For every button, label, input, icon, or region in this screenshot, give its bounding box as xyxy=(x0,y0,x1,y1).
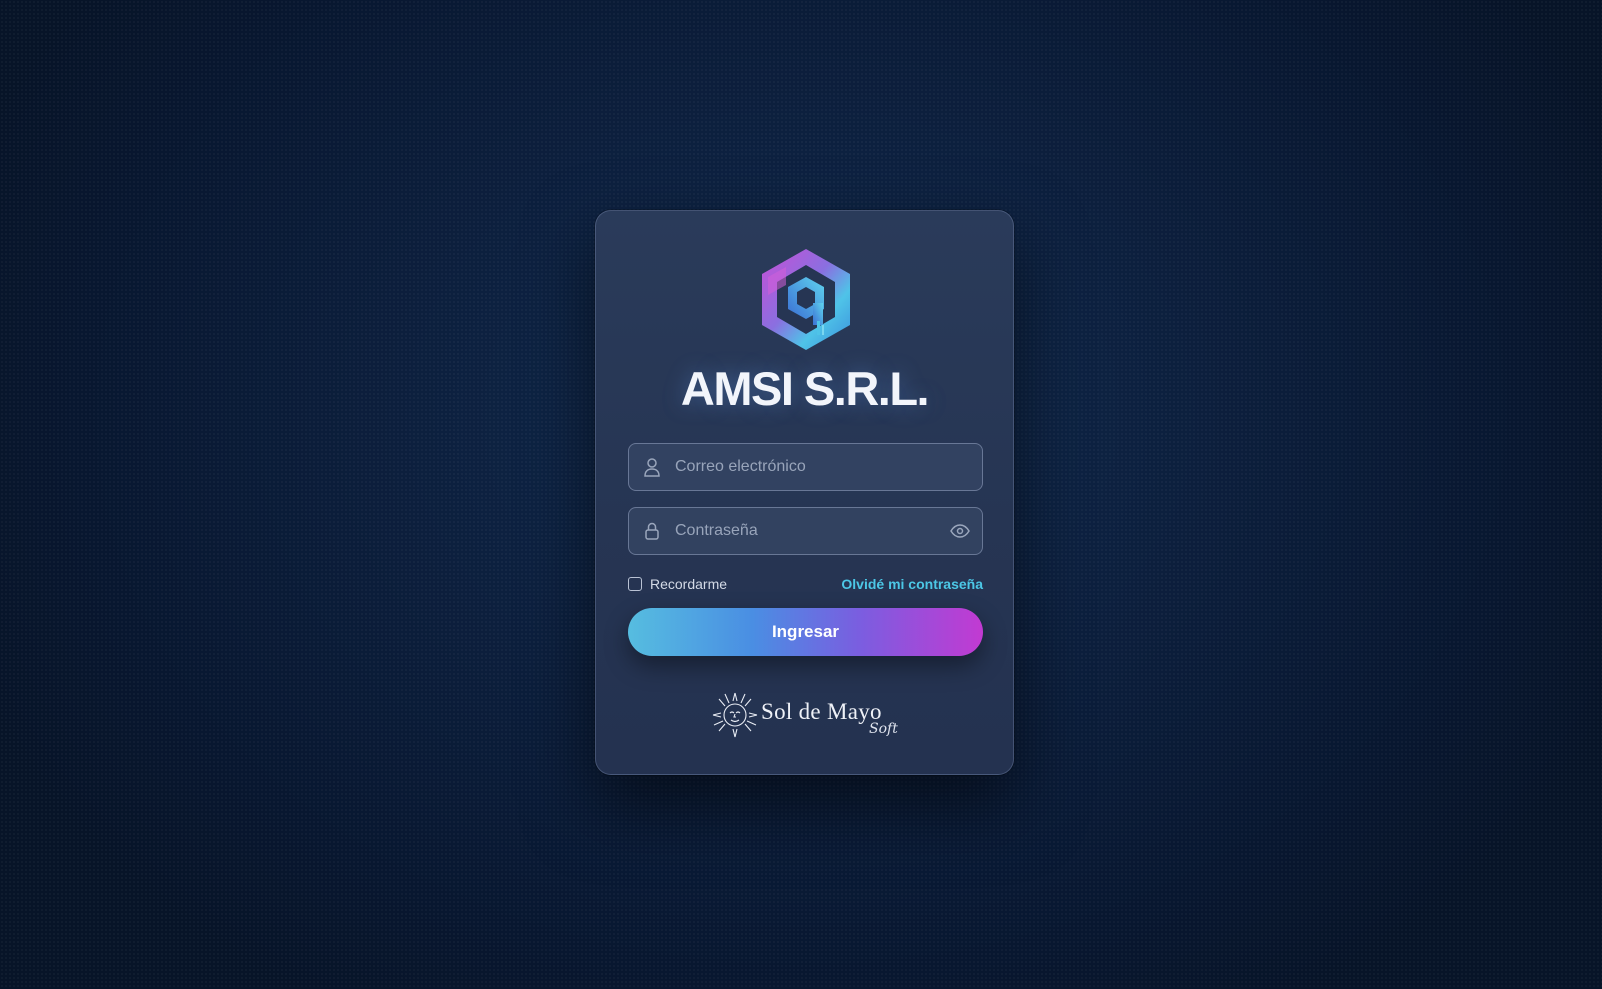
remember-me[interactable]: Recordarme xyxy=(628,576,727,592)
user-icon xyxy=(642,457,662,477)
footer-logo-sub: Soft xyxy=(869,721,898,737)
login-card: AMSI S.R.L. Recordarme xyxy=(595,210,1014,775)
sun-face-icon xyxy=(709,689,761,746)
remember-label: Recordarme xyxy=(650,576,728,592)
options-row: Recordarme Olvidé mi contraseña xyxy=(628,573,983,595)
login-button[interactable]: Ingresar xyxy=(628,608,983,656)
company-name: AMSI S.R.L. xyxy=(680,362,930,415)
email-input[interactable] xyxy=(673,443,982,491)
sol-de-mayo-logo: Sol de Mayo Soft xyxy=(709,689,904,745)
email-field[interactable] xyxy=(628,443,983,491)
amsi-hexagon-logo xyxy=(756,245,856,355)
lock-icon xyxy=(642,521,662,541)
password-field[interactable] xyxy=(628,507,983,555)
forgot-password-link[interactable]: Olvidé mi contraseña xyxy=(841,576,983,592)
footer-logo-main: Sol de Mayo xyxy=(761,699,882,724)
remember-checkbox[interactable] xyxy=(628,577,642,591)
eye-icon[interactable] xyxy=(949,520,971,542)
password-input[interactable] xyxy=(673,507,949,555)
